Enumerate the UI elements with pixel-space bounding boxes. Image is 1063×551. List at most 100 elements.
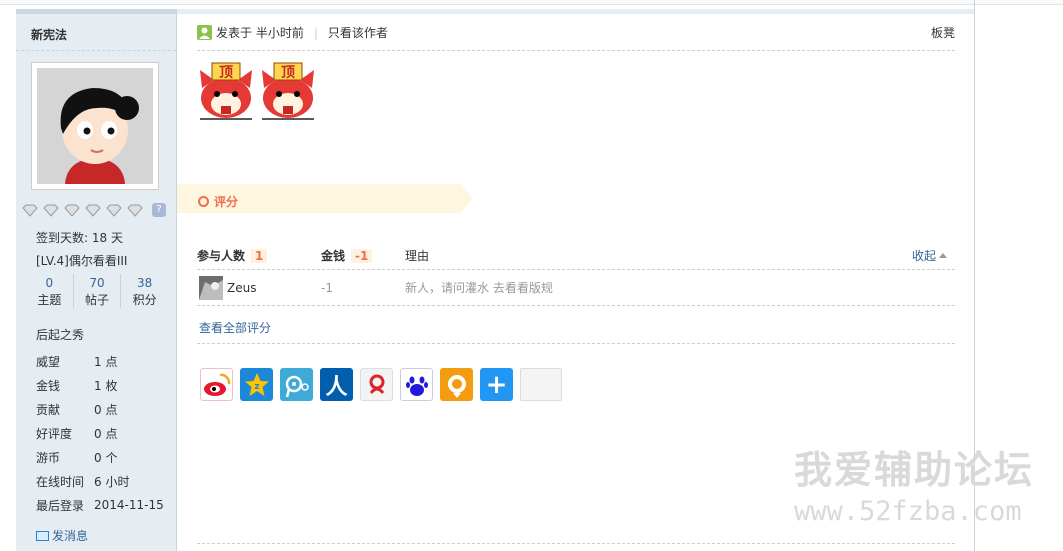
rater-reason: 新人，请问灌水 去看看版规	[405, 281, 553, 295]
prop-key: 威望	[36, 354, 61, 369]
author-username[interactable]: 新宪法	[31, 26, 67, 43]
baidu-icon[interactable]	[400, 368, 433, 401]
prop-value: 2014-11-15	[94, 498, 164, 512]
more-icon[interactable]: +	[480, 368, 513, 401]
mail-icon	[36, 530, 49, 541]
tencent-weibo-icon[interactable]	[280, 368, 313, 401]
kaixin-icon[interactable]	[440, 368, 473, 401]
send-message-link[interactable]: 发消息	[36, 527, 88, 544]
reason-header: 理由	[405, 249, 430, 263]
user-properties: 威望 1 点 金钱 1 枚 贡献 0 点 好评度 0 点 游币 0 个 在线时间 6 小时 …	[36, 349, 164, 517]
medal-row: ?	[22, 203, 166, 217]
prop-value: 0 点	[94, 402, 118, 417]
avatar[interactable]	[31, 62, 159, 190]
stat-posts[interactable]: 70 帖子	[74, 274, 122, 308]
money-total: -1	[351, 248, 373, 263]
prop-value: 1 点	[94, 354, 118, 369]
prop-key: 在线时间	[36, 474, 85, 489]
diamond-icon	[43, 204, 59, 217]
only-author-link[interactable]: 只看该作者	[328, 24, 388, 41]
rating-circle-icon	[198, 196, 209, 207]
prop-row: 金钱 1 枚	[36, 373, 164, 397]
prop-value: 0 个	[94, 450, 118, 465]
prop-key: 好评度	[36, 426, 73, 441]
user-stats: 0 主题 70 帖子 38 积分	[26, 274, 168, 308]
divider	[197, 543, 955, 544]
money-header: 金钱	[321, 249, 346, 263]
diamond-icon	[127, 204, 143, 217]
prop-key: 金钱	[36, 378, 61, 393]
prop-value: 6 小时	[94, 474, 130, 489]
user-group[interactable]: 后起之秀	[36, 326, 84, 343]
share-counter	[520, 368, 562, 401]
rating-title-text: 评分	[214, 195, 239, 209]
send-message-label: 发消息	[52, 529, 89, 543]
rater-name[interactable]: Zeus	[227, 281, 256, 295]
avatar-image	[37, 68, 153, 184]
sticker-text: 顶	[281, 65, 295, 81]
separator: |	[313, 25, 318, 40]
prop-row: 贡献 0 点	[36, 397, 164, 421]
rating-title: 评分	[198, 193, 238, 210]
collapse-label: 收起	[911, 249, 936, 263]
fox-sticker-image: 顶	[200, 62, 252, 120]
stat-value: 70	[89, 276, 105, 290]
stat-label: 积分	[132, 293, 157, 307]
rating-table: 参与人数 1 金钱 -1 理由 收起 Zeus -1 新人，请问灌水 去看看版规	[197, 242, 955, 306]
stat-threads[interactable]: 0 主题	[26, 274, 74, 308]
prop-value: 1 枚	[94, 378, 118, 393]
rater-money: -1	[321, 280, 333, 295]
divider	[197, 50, 955, 51]
weibo-icon[interactable]	[200, 368, 233, 401]
participants-count: 1	[251, 248, 268, 263]
prop-row: 威望 1 点	[36, 349, 164, 373]
prop-row: 游币 0 个	[36, 445, 164, 469]
floor-number[interactable]: 板凳	[931, 24, 955, 41]
prop-key: 最后登录	[36, 498, 85, 513]
sidebar-topbar	[16, 9, 176, 14]
author-sidebar: 新宪法 ? 签到天数: 18 天 [LV.4]偶尔看看III 0 主题 70 帖…	[16, 9, 177, 551]
diamond-icon	[106, 204, 122, 217]
view-all-ratings-link[interactable]: 查看全部评分	[199, 319, 271, 336]
fox-sticker-image: 顶	[262, 62, 314, 120]
rating-header: 参与人数 1 金钱 -1 理由 收起	[197, 242, 955, 270]
share-bar: z 人 +	[200, 368, 562, 401]
online-user-icon	[197, 25, 212, 40]
prop-key: 贡献	[36, 402, 61, 417]
checkin-days: 签到天数: 18 天	[36, 231, 123, 245]
diamond-icon	[22, 204, 38, 217]
page-top-line	[0, 0, 1063, 5]
netease-icon[interactable]	[360, 368, 393, 401]
prop-row: 好评度 0 点	[36, 421, 164, 445]
prop-key: 游币	[36, 450, 61, 465]
prop-value: 0 点	[94, 426, 118, 441]
stat-label: 帖子	[85, 293, 110, 307]
svg-text:z: z	[254, 382, 259, 392]
stat-value: 0	[45, 276, 54, 290]
qzone-icon[interactable]: z	[240, 368, 273, 401]
stat-label: 主题	[37, 293, 62, 307]
table-row: Zeus -1 新人，请问灌水 去看看版规	[197, 270, 955, 306]
diamond-icon	[64, 204, 80, 217]
collapse-button[interactable]: 收起	[912, 247, 955, 264]
participants-header: 参与人数	[197, 249, 246, 263]
renren-icon[interactable]: 人	[320, 368, 353, 401]
watermark-title: 我爱辅助论坛	[794, 448, 1035, 492]
post-header: 发表于 半小时前 | 只看该作者 板凳	[197, 24, 955, 41]
user-level[interactable]: [LV.4]偶尔看看III	[36, 252, 127, 269]
help-icon[interactable]: ?	[152, 203, 166, 217]
divider	[197, 343, 955, 344]
sticker-text: 顶	[219, 65, 233, 81]
post-content: 顶 顶	[198, 60, 316, 120]
post-time: 发表于 半小时前	[216, 26, 304, 40]
triangle-up-icon	[939, 253, 947, 258]
diamond-icon	[85, 204, 101, 217]
prop-row: 在线时间 6 小时	[36, 469, 164, 493]
post-topbar	[177, 9, 975, 14]
watermark-url: www.52fzba.com	[794, 496, 1022, 527]
stat-points[interactable]: 38 积分	[121, 274, 168, 308]
prop-row: 最后登录 2014-11-15	[36, 493, 164, 517]
rater-avatar[interactable]	[199, 275, 223, 300]
stat-value: 38	[137, 276, 153, 290]
divider	[16, 50, 176, 51]
